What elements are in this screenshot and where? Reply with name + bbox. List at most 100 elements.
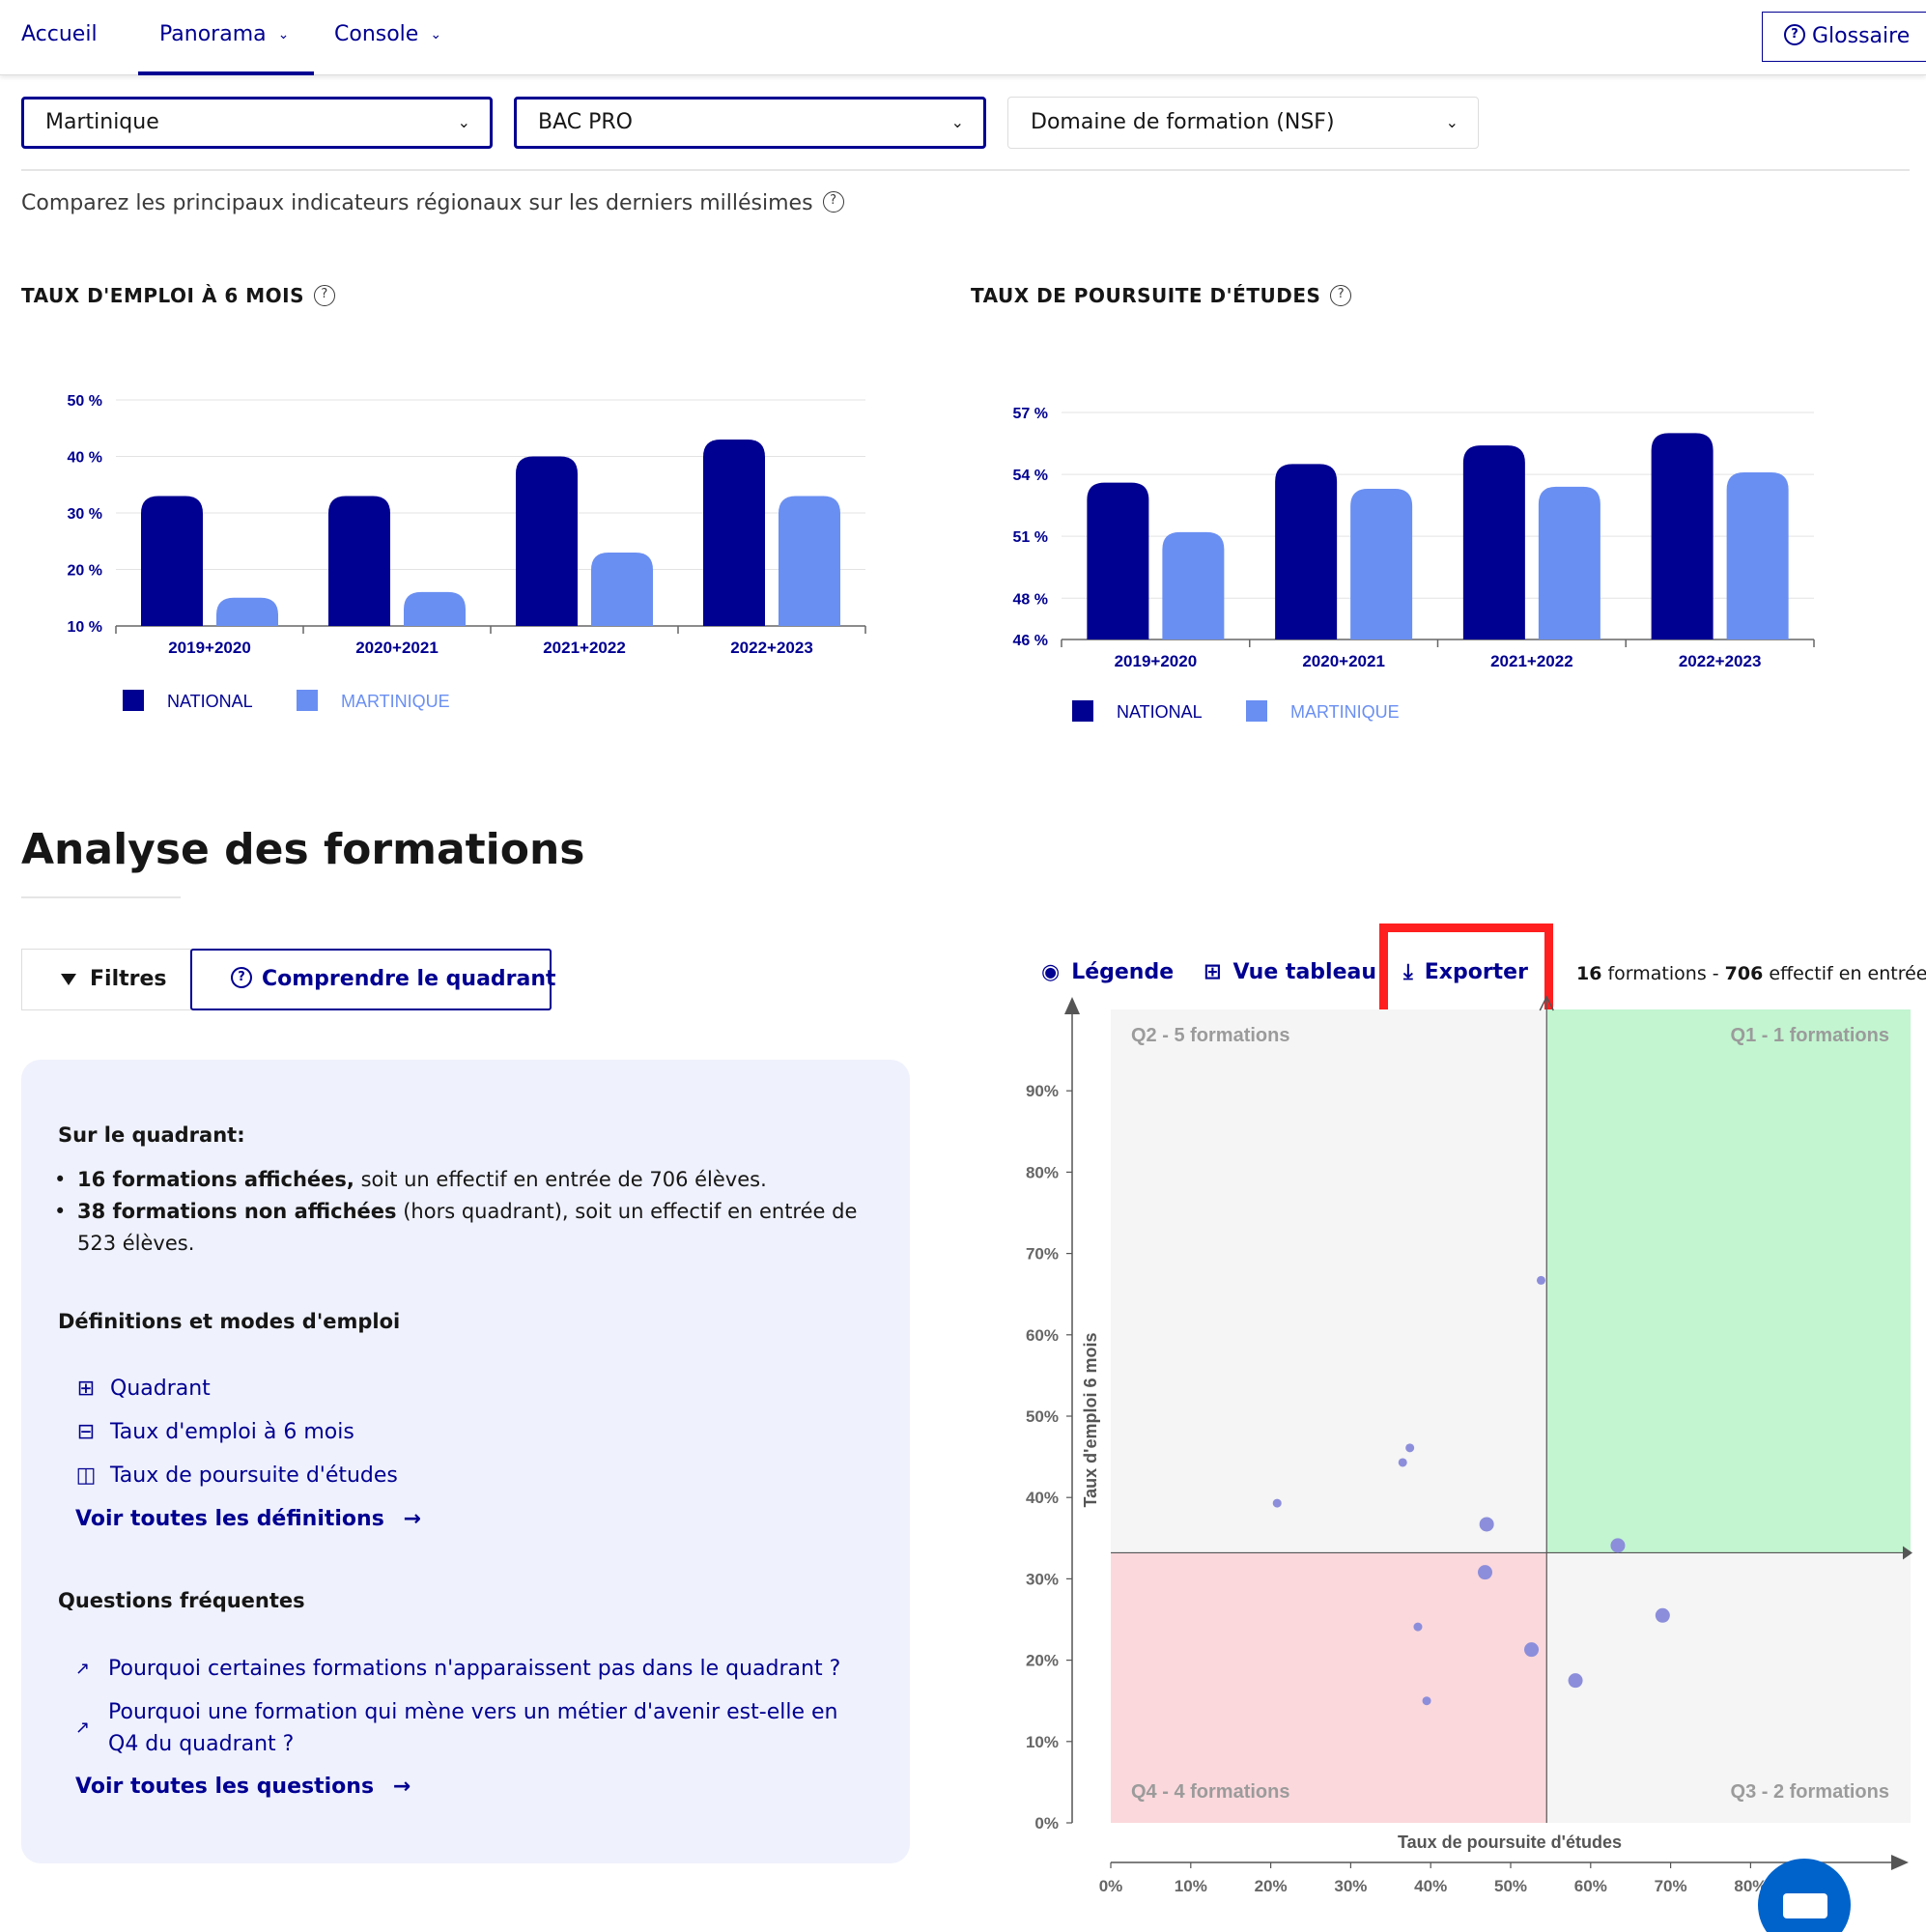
grid-icon: ⊞	[76, 1377, 96, 1401]
all-questions-link[interactable]: Voir toutes les questions →	[75, 1775, 411, 1799]
bar-region	[1350, 489, 1413, 639]
chevron-down-icon: ⌄	[277, 27, 290, 43]
bar-national	[516, 456, 578, 626]
summary-count-label: formations -	[1601, 963, 1725, 984]
summary-effectif: 706	[1724, 963, 1764, 984]
bar-national	[328, 496, 390, 626]
y-tick-label: 30%	[1026, 1570, 1059, 1588]
x-tick-label: 70%	[1655, 1877, 1687, 1895]
book-icon: ◫	[75, 1463, 97, 1488]
data-point	[1405, 1443, 1415, 1453]
table-view-button[interactable]: ⊞ Vue tableau	[1204, 960, 1376, 984]
filters-button[interactable]: Filtres	[21, 949, 191, 1010]
panel-defs-title: Définitions et modes d'emploi	[58, 1310, 401, 1333]
x-tick-label: 60%	[1574, 1877, 1607, 1895]
understand-quadrant-button[interactable]: ? Comprendre le quadrant	[190, 949, 556, 1010]
eye-icon: ◉	[1041, 960, 1061, 984]
y-tick-label: 70%	[1026, 1245, 1059, 1264]
glossary-button[interactable]: ? Glossaire	[1762, 12, 1926, 62]
summary-effectif-label: effectif en entrée	[1763, 963, 1926, 984]
x-tick-label: 2020+2021	[355, 639, 439, 657]
faq-link-missing[interactable]: ↗ Pourquoi certaines formations n'apparai…	[75, 1653, 867, 1685]
emploi-bar-chart: 10 % 20 % 30 % 40 % 50 % 2019+2020 2020+2021 20…	[68, 393, 866, 711]
panel-bullet-hidden: 38 formations non affichées (hors quadra…	[54, 1196, 879, 1260]
nav-console[interactable]: Console ⌄	[334, 0, 441, 75]
intro-text-label: Comparez les principaux indicateurs régi…	[21, 191, 813, 215]
quadrant-q1-area	[1546, 1009, 1911, 1553]
def-link-poursuite[interactable]: ◫ Taux de poursuite d'études	[75, 1463, 398, 1488]
faq-link-q4-label: Pourquoi une formation qui mène vers un …	[108, 1700, 838, 1756]
x-tick-label: 2021+2022	[543, 639, 626, 657]
filter-icon	[61, 974, 76, 985]
bullet-hidden-bold: 38 formations non affichées	[77, 1200, 397, 1223]
data-point	[1524, 1642, 1540, 1658]
y-tick-label: 40%	[1026, 1489, 1059, 1507]
quadrant-q2-area	[1111, 1009, 1547, 1553]
divider	[21, 169, 1910, 171]
faq-link-q4[interactable]: ↗ Pourquoi une formation qui mène vers un…	[75, 1696, 867, 1760]
nav-panorama[interactable]: Panorama ⌄	[138, 0, 314, 75]
nav-accueil[interactable]: Accueil	[21, 0, 98, 75]
y-tick-label: 60%	[1026, 1326, 1059, 1345]
data-point	[1655, 1607, 1670, 1623]
quadrant-summary: 16 formations - 706 effectif en entrée	[1576, 963, 1926, 984]
all-questions-label: Voir toutes les questions	[75, 1775, 375, 1799]
x-tick-label: 2022+2023	[1679, 652, 1762, 670]
legend-swatch-national	[1072, 700, 1093, 722]
filters-button-label: Filtres	[90, 967, 167, 991]
diploma-select[interactable]: BAC PRO ⌄	[514, 97, 986, 149]
bar-national	[1462, 445, 1525, 639]
domain-select[interactable]: Domaine de formation (NSF) ⌄	[1007, 97, 1479, 149]
chevron-down-icon: ⌄	[950, 113, 964, 131]
table-view-label: Vue tableau	[1232, 960, 1377, 984]
y-tick-label: 80%	[1026, 1163, 1059, 1181]
help-icon[interactable]: ?	[314, 284, 336, 306]
section-title: Analyse des formations	[21, 825, 585, 874]
y-tick-label: 0%	[1034, 1814, 1059, 1833]
y-tick-label: 46 %	[1013, 633, 1048, 649]
bar-region	[779, 496, 840, 626]
data-point	[1568, 1673, 1583, 1689]
def-link-emploi[interactable]: ⊟ Taux d'emploi à 6 mois	[75, 1420, 354, 1444]
quadrant-label-q4: Q4 - 4 formations	[1131, 1781, 1289, 1803]
help-icon[interactable]: ?	[822, 191, 844, 213]
legend-swatch-region	[297, 690, 318, 711]
table-icon: ⊞	[1204, 960, 1222, 984]
chevron-down-icon: ⌄	[457, 113, 470, 131]
legend-button[interactable]: ◉ Légende	[1041, 960, 1174, 984]
bullet-displayed-bold: 16 formations affichées,	[77, 1168, 354, 1191]
legend-swatch-region	[1246, 700, 1267, 722]
legend-label-region: MARTINIQUE	[1290, 702, 1400, 722]
bar-region	[1538, 486, 1600, 639]
x-tick-label: 40%	[1414, 1877, 1447, 1895]
external-link-icon: ↗	[75, 1718, 91, 1738]
data-point	[1398, 1458, 1407, 1467]
chevron-down-icon: ⌄	[1445, 113, 1459, 131]
x-tick-label: 30%	[1334, 1877, 1367, 1895]
def-link-quadrant-label: Quadrant	[110, 1377, 211, 1401]
region-select-value: Martinique	[45, 110, 159, 134]
x-tick-label: 50%	[1494, 1877, 1527, 1895]
legend-label-national: NATIONAL	[167, 692, 253, 711]
poursuite-bar-chart: 46 % 48 % 51 % 54 % 57 % 2019+2020 2020+2021 20…	[1013, 406, 1815, 722]
x-tick-label: 2019+2020	[168, 639, 251, 657]
diploma-select-value: BAC PRO	[538, 110, 633, 134]
bar-region	[1162, 531, 1225, 639]
bar-region	[1726, 471, 1789, 639]
understand-quadrant-label: Comprendre le quadrant	[262, 967, 556, 991]
def-link-quadrant[interactable]: ⊞ Quadrant	[75, 1377, 211, 1401]
quadrant-scatter-chart: 0% 10% 20% 30% 40% 50% 60% 70% 80% 90% 0% 10% 20% 30%…	[1026, 995, 1912, 1895]
help-icon[interactable]: ?	[1330, 284, 1352, 306]
legend-label-national: NATIONAL	[1117, 702, 1203, 722]
bullet-displayed-text: soit un effectif en entrée de 706 élèves…	[354, 1168, 767, 1191]
all-definitions-link[interactable]: Voir toutes les définitions →	[75, 1507, 421, 1531]
glossary-label: Glossaire	[1812, 24, 1911, 48]
x-tick-label: 2020+2021	[1302, 652, 1385, 670]
x-tick-label: 0%	[1099, 1877, 1123, 1895]
x-tick-label: 20%	[1255, 1877, 1288, 1895]
chat-icon	[1783, 1893, 1827, 1918]
panel-faq-title: Questions fréquentes	[58, 1589, 305, 1612]
y-tick-label: 54 %	[1013, 468, 1048, 484]
y-tick-label: 90%	[1026, 1082, 1059, 1100]
region-select[interactable]: Martinique ⌄	[21, 97, 493, 149]
